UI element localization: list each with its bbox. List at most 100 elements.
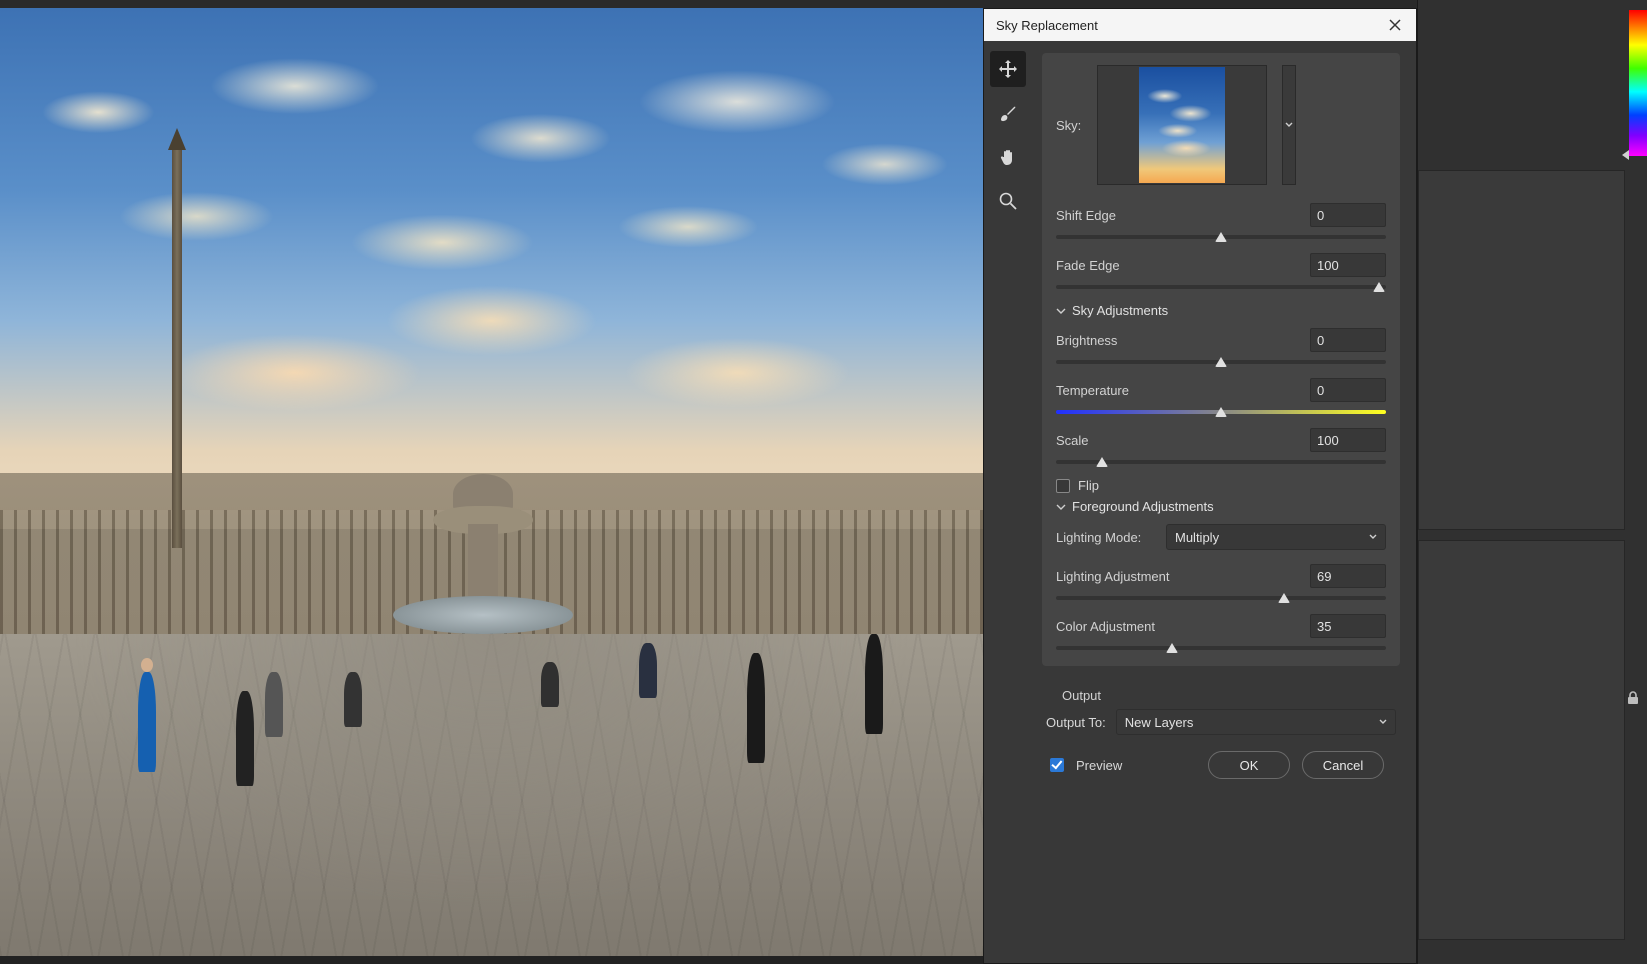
move-icon (998, 59, 1018, 79)
color-adjustment-slider[interactable] (1056, 646, 1386, 650)
flip-label: Flip (1078, 478, 1099, 493)
preview-checkbox[interactable] (1050, 758, 1064, 772)
collapsed-panel[interactable] (1418, 540, 1625, 940)
chevron-down-icon (1056, 306, 1066, 316)
lighting-mode-label: Lighting Mode: (1056, 530, 1156, 545)
preview-person (138, 672, 156, 772)
app-chrome-top (983, 0, 1417, 8)
temperature-input[interactable] (1310, 378, 1386, 402)
foreground-adjustments-title: Foreground Adjustments (1072, 499, 1214, 514)
preview-sky (0, 8, 983, 529)
preview-obelisk (172, 150, 182, 548)
main-panel: Sky: Shift Edge (1042, 53, 1400, 666)
fade-edge-input[interactable] (1310, 253, 1386, 277)
flip-checkbox[interactable] (1056, 479, 1070, 493)
preview-person (541, 662, 559, 707)
brightness-input[interactable] (1310, 328, 1386, 352)
collapsed-panel[interactable] (1418, 170, 1625, 530)
slider-thumb[interactable] (1166, 643, 1178, 653)
slider-thumb[interactable] (1215, 232, 1227, 242)
fade-edge-row: Fade Edge (1056, 253, 1386, 289)
brightness-slider[interactable] (1056, 360, 1386, 364)
sky-replacement-dialog: Sky Replacement (983, 8, 1417, 964)
fade-edge-slider[interactable] (1056, 285, 1386, 289)
preview-label: Preview (1076, 758, 1122, 773)
preview-person (236, 691, 254, 786)
sky-dropdown-button[interactable] (1282, 65, 1296, 185)
sky-picker-row: Sky: (1056, 65, 1386, 185)
color-adjustment-label: Color Adjustment (1056, 619, 1155, 634)
dialog-area: Sky Replacement (983, 0, 1417, 964)
canvas-area (0, 0, 983, 964)
sky-brush-tool[interactable] (990, 95, 1026, 131)
hand-tool[interactable] (990, 139, 1026, 175)
dialog-controls: Sky: Shift Edge (1032, 41, 1416, 963)
sky-adjustments-header[interactable]: Sky Adjustments (1056, 303, 1386, 318)
dialog-titlebar[interactable]: Sky Replacement (984, 9, 1416, 41)
slider-thumb[interactable] (1278, 593, 1290, 603)
ok-button[interactable]: OK (1208, 751, 1290, 779)
temperature-label: Temperature (1056, 383, 1129, 398)
output-title: Output (1046, 688, 1396, 703)
scale-slider[interactable] (1056, 460, 1386, 464)
sky-thumbnail[interactable] (1097, 65, 1267, 185)
chevron-down-icon (1379, 719, 1387, 725)
brightness-row: Brightness (1056, 328, 1386, 364)
dialog-toolbar (984, 41, 1032, 963)
app-right-panels (1417, 0, 1647, 964)
preview-person (865, 634, 883, 734)
lighting-mode-dropdown[interactable]: Multiply (1166, 524, 1386, 550)
shift-edge-row: Shift Edge (1056, 203, 1386, 239)
shift-edge-slider[interactable] (1056, 235, 1386, 239)
zoom-tool[interactable] (990, 183, 1026, 219)
slider-thumb[interactable] (1215, 407, 1227, 417)
output-to-value: New Layers (1125, 715, 1194, 730)
preview-fountain (393, 454, 573, 634)
sky-thumb-image (1139, 67, 1225, 183)
color-hue-strip[interactable] (1629, 10, 1647, 156)
foreground-adjustments-header[interactable]: Foreground Adjustments (1056, 499, 1386, 514)
output-to-dropdown[interactable]: New Layers (1116, 709, 1396, 735)
color-adjustment-row: Color Adjustment (1056, 614, 1386, 650)
temperature-row: Temperature (1056, 378, 1386, 414)
document-preview[interactable] (0, 8, 983, 956)
lighting-adjustment-input[interactable] (1310, 564, 1386, 588)
slider-thumb[interactable] (1215, 357, 1227, 367)
scale-row: Scale (1056, 428, 1386, 464)
lock-icon (1625, 690, 1641, 706)
color-adjustment-input[interactable] (1310, 614, 1386, 638)
output-to-label: Output To: (1046, 715, 1106, 730)
sky-label: Sky: (1056, 118, 1081, 133)
brightness-label: Brightness (1056, 333, 1117, 348)
scale-label: Scale (1056, 433, 1089, 448)
hue-caret-icon (1622, 150, 1629, 160)
preview-person (265, 672, 283, 737)
cancel-button[interactable]: Cancel (1302, 751, 1384, 779)
chevron-down-icon (1056, 502, 1066, 512)
lighting-adjustment-label: Lighting Adjustment (1056, 569, 1169, 584)
shift-edge-input[interactable] (1310, 203, 1386, 227)
preview-person (639, 643, 657, 698)
preview-person (747, 653, 765, 763)
slider-thumb[interactable] (1096, 457, 1108, 467)
lighting-adjustment-slider[interactable] (1056, 596, 1386, 600)
zoom-icon (998, 191, 1018, 211)
chevron-down-icon (1285, 122, 1293, 128)
dialog-title: Sky Replacement (996, 18, 1386, 33)
chevron-down-icon (1369, 534, 1377, 540)
lighting-adjustment-row: Lighting Adjustment (1056, 564, 1386, 600)
slider-thumb[interactable] (1373, 282, 1385, 292)
sky-adjustments-title: Sky Adjustments (1072, 303, 1168, 318)
output-section: Output Output To: New Layers (1042, 682, 1400, 737)
move-sky-tool[interactable] (990, 51, 1026, 87)
preview-person (344, 672, 362, 727)
scale-input[interactable] (1310, 428, 1386, 452)
shift-edge-label: Shift Edge (1056, 208, 1116, 223)
temperature-slider[interactable] (1056, 410, 1386, 414)
lighting-mode-value: Multiply (1175, 530, 1219, 545)
hand-icon (998, 147, 1018, 167)
close-button[interactable] (1386, 16, 1404, 34)
fade-edge-label: Fade Edge (1056, 258, 1120, 273)
lighting-mode-row: Lighting Mode: Multiply (1056, 524, 1386, 550)
dialog-footer: Preview OK Cancel (1042, 741, 1400, 793)
